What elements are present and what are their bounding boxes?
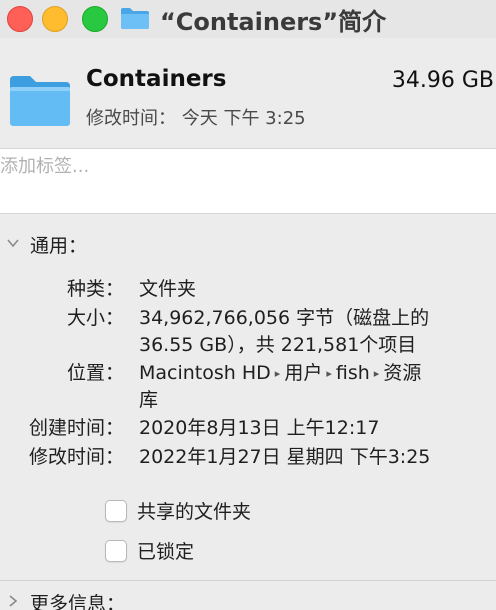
title-bar[interactable]: “Containers”简介 xyxy=(0,0,496,38)
item-name: Containers xyxy=(86,66,227,92)
shared-folder-checkbox[interactable] xyxy=(105,500,127,522)
info-window: “Containers”简介 Containers 34.96 GB 修改时间：… xyxy=(0,0,496,610)
minimize-button[interactable] xyxy=(42,6,68,32)
location-path-wrap[interactable]: 库 xyxy=(139,385,158,412)
path-arrow-icon: ▸ xyxy=(326,367,332,380)
more-info-section-header[interactable]: 更多信息： xyxy=(0,586,496,610)
more-info-section-label: 更多信息： xyxy=(30,593,126,610)
chevron-down-icon[interactable] xyxy=(6,236,20,250)
tags-area[interactable] xyxy=(0,148,496,214)
location-path: Macintosh HD ▸ 用户 ▸ fish ▸ 资源 xyxy=(139,358,421,385)
created-value: 2020年8月13日 上午12:17 xyxy=(139,417,380,439)
section-divider xyxy=(0,580,496,581)
kind-value: 文件夹 xyxy=(139,278,197,300)
size-value-line1: 34,962,766,056 字节（磁盘上的 xyxy=(139,307,430,329)
window-title: “Containers”简介 xyxy=(160,8,387,36)
chevron-right-icon[interactable] xyxy=(6,594,20,608)
info-header: Containers 34.96 GB 修改时间： 今天 下午 3:25 xyxy=(0,38,496,148)
modified-summary: 修改时间： 今天 下午 3:25 xyxy=(86,104,306,130)
path-segment[interactable]: 用户 xyxy=(284,362,322,384)
size-value-line2: 36.55 GB），共 221,581个项目 xyxy=(139,334,417,356)
size-label: 大小： xyxy=(66,307,124,329)
path-arrow-icon: ▸ xyxy=(373,367,380,380)
path-segment[interactable]: 资源 xyxy=(383,362,421,384)
path-segment[interactable]: Macintosh HD xyxy=(139,362,271,384)
item-size: 34.96 GB xyxy=(391,68,494,93)
tags-input[interactable] xyxy=(0,151,490,181)
kind-label: 种类： xyxy=(66,278,124,300)
close-button[interactable] xyxy=(7,6,33,32)
general-section-header[interactable]: 通用： xyxy=(0,228,496,262)
general-section-label: 通用： xyxy=(30,235,88,257)
location-label: 位置： xyxy=(66,362,124,384)
folder-icon xyxy=(10,76,70,126)
modified-value: 今天 下午 3:25 xyxy=(181,108,306,129)
folder-icon xyxy=(121,8,149,29)
locked-checkbox[interactable] xyxy=(105,540,127,562)
created-label: 创建时间： xyxy=(28,417,124,439)
shared-folder-label[interactable]: 共享的文件夹 xyxy=(137,497,251,524)
path-segment[interactable]: fish xyxy=(336,362,370,384)
path-arrow-icon: ▸ xyxy=(274,367,281,380)
zoom-button[interactable] xyxy=(82,6,108,32)
locked-label[interactable]: 已锁定 xyxy=(137,537,194,564)
modified-label: 修改时间： xyxy=(86,108,176,129)
modified-row-label: 修改时间： xyxy=(28,446,124,468)
modified-row-value: 2022年1月27日 星期四 下午3:25 xyxy=(139,446,431,468)
